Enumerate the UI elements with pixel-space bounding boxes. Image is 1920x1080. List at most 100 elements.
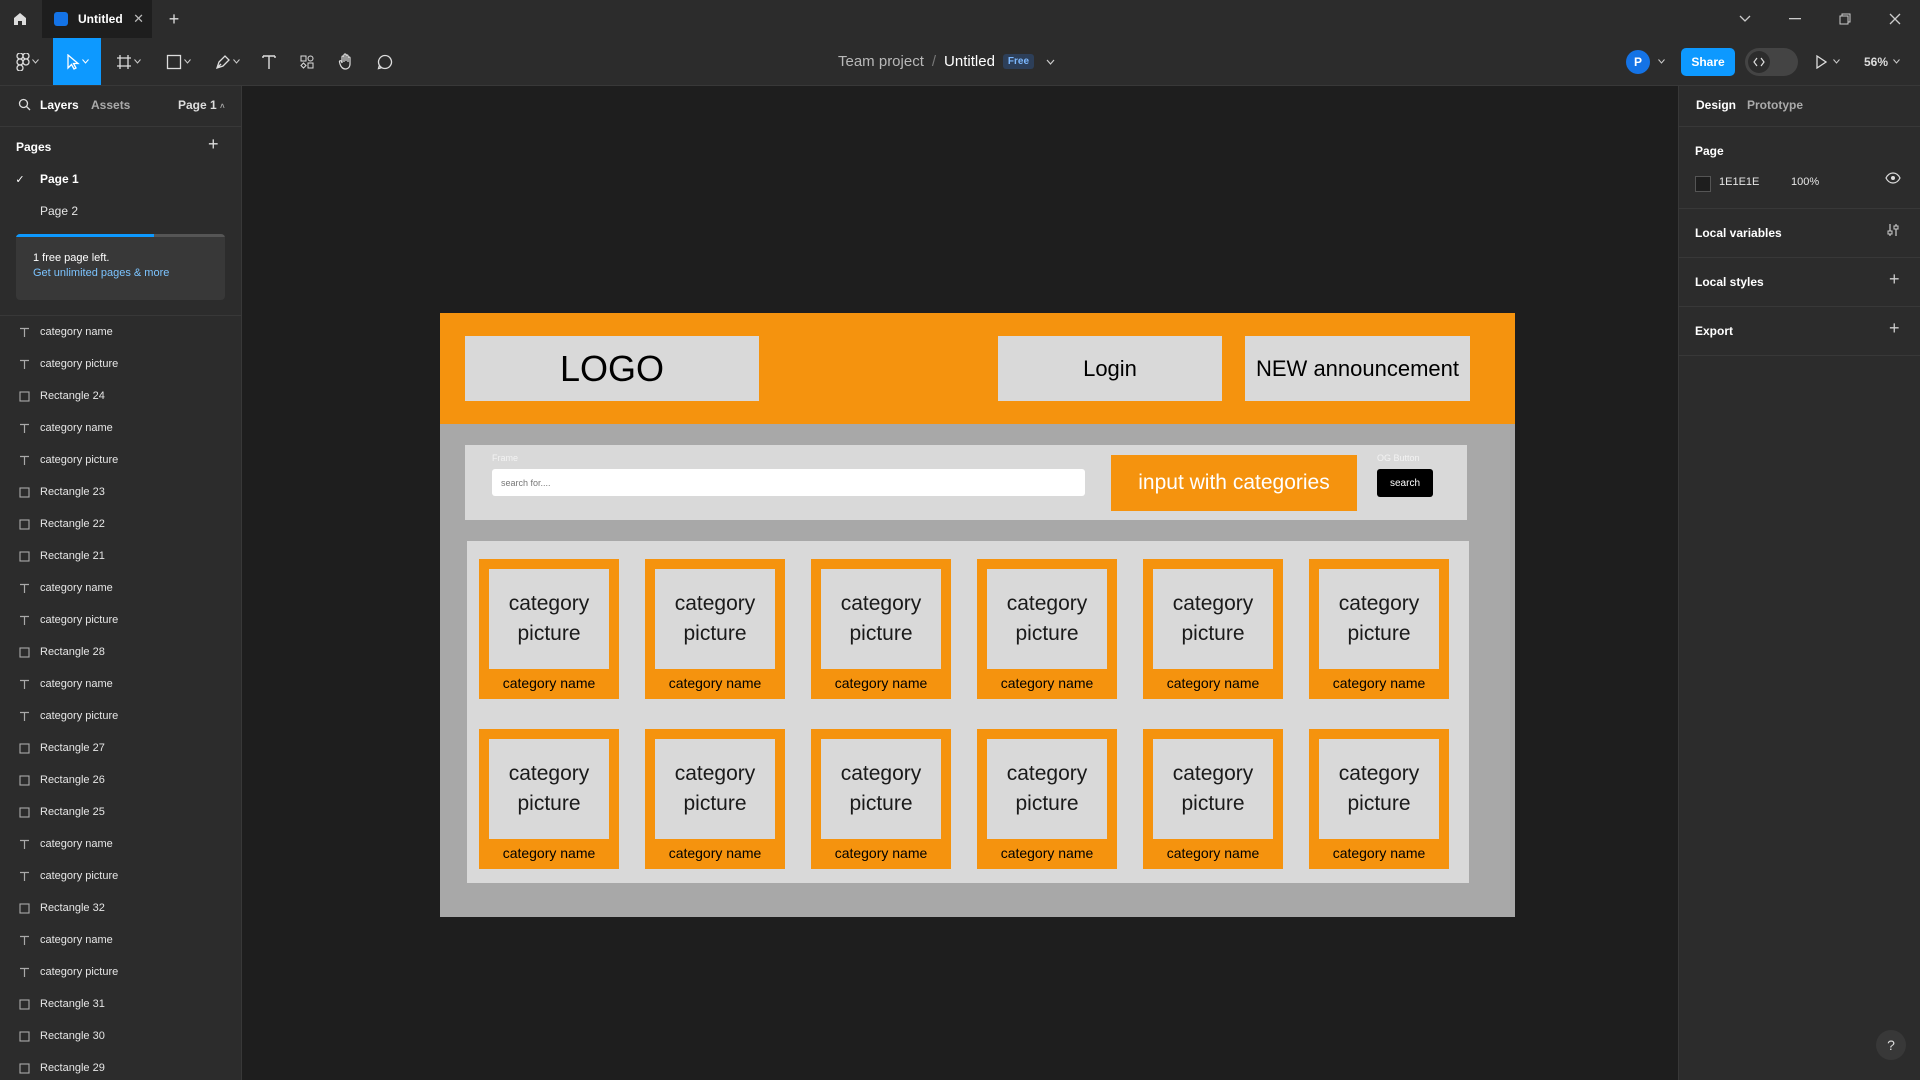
layer-item[interactable]: category picture	[0, 956, 241, 988]
layer-item[interactable]: Rectangle 26	[0, 764, 241, 796]
chevron-down-icon[interactable]	[1046, 59, 1055, 65]
close-window-button[interactable]	[1870, 0, 1920, 38]
search-icon[interactable]	[18, 98, 31, 111]
announcement-box[interactable]: NEW announcement	[1245, 336, 1470, 401]
team-name-link[interactable]: Team project	[838, 53, 924, 70]
category-card[interactable]: category picture category name	[479, 559, 619, 699]
share-button[interactable]: Share	[1681, 48, 1735, 76]
tab-layers[interactable]: Layers	[40, 98, 79, 112]
category-card[interactable]: category picture category name	[811, 559, 951, 699]
add-export-button[interactable]: +	[1889, 318, 1900, 339]
page-selector[interactable]: Page 1 ˄	[178, 98, 225, 112]
resources-tool[interactable]	[292, 38, 322, 85]
category-card[interactable]: category picture category name	[479, 729, 619, 869]
layer-item[interactable]: Rectangle 27	[0, 732, 241, 764]
layer-item[interactable]: category name	[0, 412, 241, 444]
page-item-page-2[interactable]: Page 2	[0, 195, 241, 227]
right-sidebar: Design Prototype Page 1E1E1E 100% Local …	[1678, 86, 1920, 1080]
category-name: category name	[502, 845, 596, 861]
layer-item[interactable]: category name	[0, 316, 241, 348]
categories-input-box[interactable]: input with categories	[1111, 455, 1357, 511]
category-card[interactable]: category picture category name	[977, 559, 1117, 699]
sidebar-tabs: Layers Assets Page 1 ˄	[0, 86, 241, 126]
comment-tool[interactable]	[370, 38, 400, 85]
layer-item[interactable]: category name	[0, 668, 241, 700]
help-button[interactable]: ?	[1876, 1030, 1906, 1060]
user-avatar[interactable]: P	[1626, 50, 1650, 74]
layer-item[interactable]: category picture	[0, 348, 241, 380]
home-button[interactable]	[0, 0, 40, 38]
page-color-swatch[interactable]	[1695, 176, 1711, 192]
file-tab[interactable]: Untitled ✕	[42, 0, 152, 38]
layer-item[interactable]: category picture	[0, 860, 241, 892]
file-name[interactable]: Untitled	[944, 53, 995, 70]
figma-logo-icon	[15, 52, 30, 71]
category-card[interactable]: category picture category name	[811, 729, 951, 869]
restore-button[interactable]	[1820, 0, 1870, 38]
page-item-page-1[interactable]: ✓ Page 1	[0, 163, 241, 195]
local-variables-heading[interactable]: Local variables	[1695, 226, 1782, 240]
layer-item[interactable]: category name	[0, 828, 241, 860]
shape-tool[interactable]	[158, 38, 198, 85]
layer-item[interactable]: Rectangle 30	[0, 1020, 241, 1052]
layer-item[interactable]: category picture	[0, 444, 241, 476]
layer-item[interactable]: category picture	[0, 700, 241, 732]
page-color-opacity[interactable]: 100%	[1791, 176, 1819, 188]
page-selector-label: Page 1	[178, 98, 217, 112]
tabs-menu-button[interactable]	[1720, 0, 1770, 38]
upgrade-link[interactable]: Get unlimited pages & more	[33, 267, 169, 279]
tab-design[interactable]: Design	[1696, 98, 1736, 112]
layer-item[interactable]: Rectangle 21	[0, 540, 241, 572]
minimize-icon	[1789, 18, 1801, 20]
eye-icon[interactable]	[1885, 172, 1901, 184]
close-tab-icon[interactable]: ✕	[133, 11, 144, 27]
rectangle-icon	[166, 54, 181, 69]
layer-item[interactable]: Rectangle 32	[0, 892, 241, 924]
category-card[interactable]: category picture category name	[645, 559, 785, 699]
category-card[interactable]: category picture category name	[1309, 729, 1449, 869]
layer-item[interactable]: category picture	[0, 604, 241, 636]
category-card[interactable]: category picture category name	[1309, 559, 1449, 699]
new-tab-button[interactable]: +	[162, 0, 186, 38]
add-style-button[interactable]: +	[1889, 269, 1900, 290]
hand-tool[interactable]	[331, 38, 361, 85]
page-color-hex[interactable]: 1E1E1E	[1719, 176, 1759, 188]
category-picture-label: category picture	[1006, 762, 1088, 815]
layer-item[interactable]: Rectangle 23	[0, 476, 241, 508]
pen-tool[interactable]	[207, 38, 247, 85]
layer-item[interactable]: Rectangle 31	[0, 988, 241, 1020]
category-card[interactable]: category picture category name	[1143, 559, 1283, 699]
search-button[interactable]: search	[1377, 469, 1433, 497]
layer-item[interactable]: Rectangle 24	[0, 380, 241, 412]
tab-prototype[interactable]: Prototype	[1747, 98, 1803, 112]
chevron-down-icon	[1893, 59, 1900, 64]
move-tool[interactable]	[53, 38, 101, 85]
category-card[interactable]: category picture category name	[645, 729, 785, 869]
layer-item[interactable]: Rectangle 28	[0, 636, 241, 668]
frame-tool[interactable]	[108, 38, 148, 85]
main-menu-button[interactable]	[10, 38, 44, 85]
zoom-menu[interactable]: 56%	[1864, 38, 1900, 85]
category-card[interactable]: category picture category name	[1143, 729, 1283, 869]
category-picture: category picture	[655, 569, 775, 669]
search-input[interactable]: search for....	[492, 469, 1085, 496]
add-page-button[interactable]: +	[208, 134, 219, 155]
layer-item[interactable]: category name	[0, 572, 241, 604]
text-tool[interactable]	[254, 38, 284, 85]
chevron-down-icon[interactable]	[1658, 59, 1665, 64]
rectangle-layer-icon	[16, 902, 32, 914]
minimize-button[interactable]	[1770, 0, 1820, 38]
category-card[interactable]: category picture category name	[977, 729, 1117, 869]
layer-item[interactable]: Rectangle 22	[0, 508, 241, 540]
layer-item[interactable]: Rectangle 29	[0, 1052, 241, 1080]
logo-box[interactable]: LOGO	[465, 336, 759, 401]
layer-item[interactable]: category name	[0, 924, 241, 956]
dev-mode-toggle[interactable]	[1745, 48, 1798, 76]
frame-icon	[116, 54, 131, 69]
layer-item[interactable]: Rectangle 25	[0, 796, 241, 828]
category-name: category name	[834, 675, 928, 691]
present-button[interactable]	[1815, 38, 1840, 85]
login-box[interactable]: Login	[998, 336, 1222, 401]
tab-assets[interactable]: Assets	[91, 98, 130, 112]
variables-icon[interactable]	[1886, 223, 1900, 237]
